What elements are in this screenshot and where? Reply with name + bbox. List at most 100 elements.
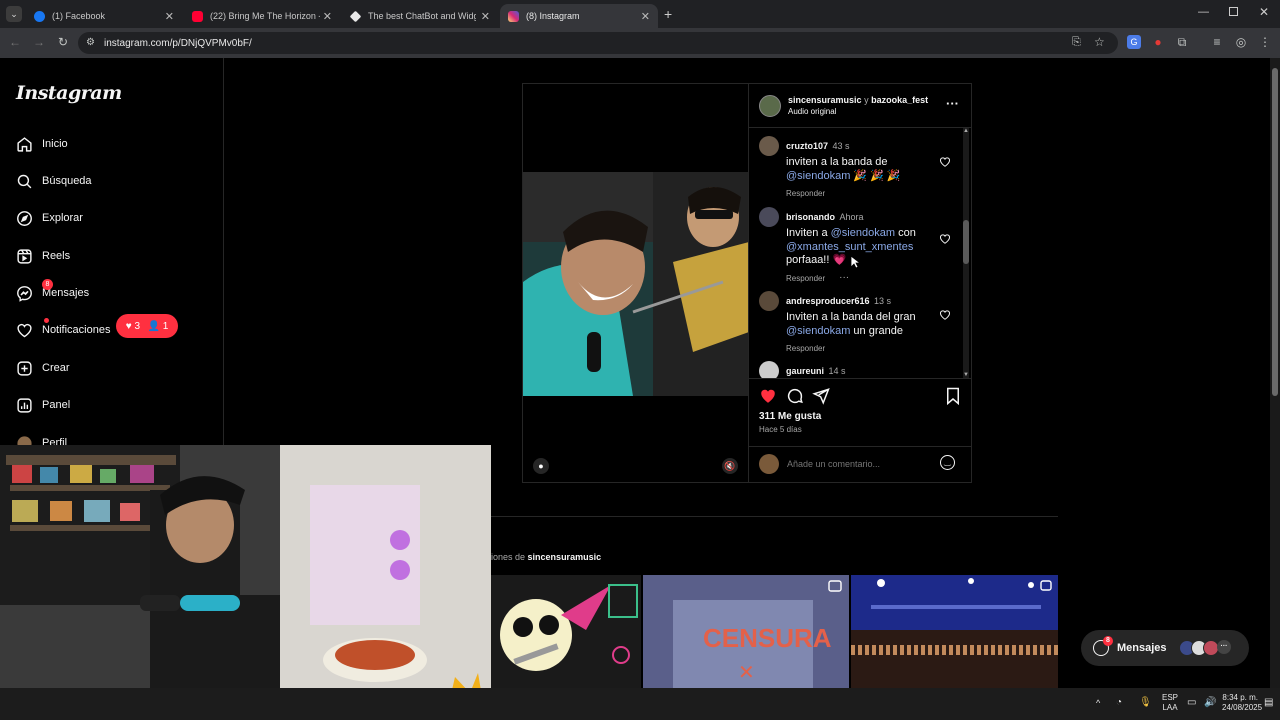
diamond-favicon-icon <box>349 10 362 22</box>
record-extension-icon[interactable]: ● <box>1151 35 1165 49</box>
comment-username[interactable]: gaureuni <box>786 366 824 376</box>
nav-reels[interactable]: Reels <box>16 244 70 268</box>
close-icon[interactable]: ✕ <box>481 10 490 23</box>
close-icon[interactable]: ✕ <box>323 10 332 23</box>
comment-username[interactable]: brisonando <box>786 212 835 222</box>
install-app-icon[interactable]: ⎘ <box>1072 36 1081 49</box>
share-paper-plane-icon[interactable] <box>812 387 830 405</box>
tab-youtube[interactable]: (22) Bring Me The Horizon - Dr ✕ <box>184 4 340 28</box>
messages-floating-button[interactable]: 8 Mensajes ··· <box>1081 630 1249 666</box>
wifi-tray-icon[interactable]: ◔ <box>1116 697 1122 708</box>
language-indicator[interactable]: ESP LAA <box>1162 693 1178 713</box>
comment-time: 43 s <box>832 141 850 151</box>
comment-like-heart-icon[interactable] <box>939 156 951 168</box>
reload-icon[interactable]: ↻ <box>56 35 70 49</box>
comment-username[interactable]: cruzto107 <box>786 141 828 151</box>
media-control-icon[interactable]: ≡ <box>1210 35 1224 49</box>
close-icon[interactable]: ✕ <box>641 10 650 23</box>
notifications-tray-icon[interactable]: ▤ <box>1264 697 1273 708</box>
close-icon[interactable]: ✕ <box>165 10 174 23</box>
notification-summary-pill[interactable]: ♥ 3 👤 1 <box>116 314 178 338</box>
tab-instagram[interactable]: (8) Instagram ✕ <box>500 4 658 28</box>
forward-icon[interactable]: → <box>32 35 46 49</box>
comment-like-heart-icon[interactable] <box>939 309 951 321</box>
menu-icon[interactable]: ⋮ <box>1258 35 1272 49</box>
scroll-up-arrow[interactable]: ▲ <box>963 128 969 134</box>
nav-notificaciones[interactable]: Notificaciones <box>16 318 110 342</box>
reply-button[interactable]: Responder <box>786 344 936 353</box>
nav-label: Crear <box>42 362 70 374</box>
grid-post-thumbnail[interactable] <box>851 575 1058 688</box>
close-window-icon[interactable]: ✕ <box>1259 5 1269 19</box>
comment-avatar[interactable] <box>759 291 779 311</box>
mic-tray-icon[interactable]: 🎙 <box>1139 697 1152 708</box>
site-info-icon[interactable]: ⚙ <box>86 37 95 48</box>
comment-more-icon[interactable]: ··· <box>839 272 849 283</box>
comment-like-heart-icon[interactable] <box>939 233 951 245</box>
tab-chatbot[interactable]: The best ChatBot and Widgets ✕ <box>342 4 498 28</box>
minimize-icon[interactable]: — <box>1198 6 1209 18</box>
nav-panel[interactable]: Panel <box>16 393 70 417</box>
likes-count: ♥ 3 <box>125 320 140 332</box>
back-icon[interactable]: ← <box>8 35 22 49</box>
reply-button[interactable]: Responder <box>786 189 936 198</box>
network-tray-icon[interactable]: ▭ <box>1187 697 1196 708</box>
tab-title: (1) Facebook <box>52 11 106 21</box>
account-icon[interactable]: ◎ <box>1234 35 1248 49</box>
volume-tray-icon[interactable]: 🔊 <box>1204 697 1216 708</box>
translate-extension-icon[interactable]: G <box>1127 35 1141 49</box>
comment-username[interactable]: andresproducer616 <box>786 296 870 306</box>
tab-facebook[interactable]: (1) Facebook ✕ <box>26 4 182 28</box>
nav-busqueda[interactable]: Búsqueda <box>16 169 92 193</box>
mute-icon[interactable]: 🔇 <box>722 458 738 474</box>
page-scroll-thumb[interactable] <box>1272 68 1278 396</box>
comment-avatar[interactable] <box>759 136 779 156</box>
like-heart-icon[interactable] <box>759 387 777 405</box>
post-video[interactable] <box>523 172 749 396</box>
nav-inicio[interactable]: Inicio <box>16 132 68 156</box>
new-tab-icon[interactable]: + <box>664 6 672 22</box>
comment-avatar[interactable] <box>759 207 779 227</box>
reply-button[interactable]: Responder <box>786 274 825 283</box>
extensions-icon[interactable]: ⧉ <box>1175 35 1189 49</box>
bookmark-star-icon[interactable]: ☆ <box>1094 35 1105 49</box>
nav-crear[interactable]: Crear <box>16 356 70 380</box>
plus-square-icon <box>17 360 32 376</box>
webcam-overlay <box>0 445 491 720</box>
grid-post-thumbnail[interactable]: CENSURA ✕ <box>643 575 849 688</box>
nav-explorar[interactable]: Explorar <box>16 206 83 230</box>
heart-icon <box>17 323 32 337</box>
mention-link[interactable]: @siendokam <box>786 325 850 337</box>
post-media-area[interactable]: ● 🔇 <box>522 83 749 483</box>
mention-link[interactable]: @siendokam <box>786 170 850 182</box>
nav-mensajes[interactable]: 8 Mensajes <box>16 279 89 305</box>
instagram-logo[interactable]: Instagram <box>16 82 122 104</box>
tab-title: The best ChatBot and Widgets <box>368 11 476 21</box>
likes-count[interactable]: 311 Me gusta <box>759 411 821 422</box>
nav-label: Reels <box>42 250 71 262</box>
tray-chevron-icon[interactable]: ^ <box>1096 698 1100 708</box>
comment-input[interactable] <box>787 456 927 472</box>
scroll-thumb[interactable] <box>963 220 969 264</box>
clock[interactable]: 8:34 p. m. 24/08/2025 <box>1222 693 1262 713</box>
mention-link[interactable]: @xmantes_sunt_xmentes <box>786 241 913 253</box>
notification-dot <box>44 318 49 323</box>
comment-bubble-icon[interactable] <box>786 387 804 405</box>
address-bar[interactable]: ⚙ instagram.com/p/DNjQVPMv0bF/ ⎘ ☆ <box>78 32 1118 54</box>
comment-avatar[interactable] <box>759 361 779 378</box>
home-icon <box>17 136 32 152</box>
emoji-icon[interactable]: ‿ <box>940 455 955 470</box>
restore-icon[interactable] <box>1229 7 1238 16</box>
comment-time: 14 s <box>828 366 846 376</box>
compass-icon <box>17 210 32 226</box>
grid-post-thumbnail[interactable] <box>491 575 641 688</box>
page-scrollbar[interactable] <box>1270 58 1280 688</box>
recent-avatars: ··· <box>1179 640 1231 656</box>
save-bookmark-icon[interactable] <box>945 387 961 405</box>
tag-user-icon[interactable]: ● <box>533 458 549 474</box>
tab-search-button[interactable]: ⌄ <box>6 6 22 22</box>
more-from-username[interactable]: sincensuramusic <box>528 552 602 562</box>
more-from-label: iones de sincensuramusic <box>491 552 602 562</box>
comments-scrollbar[interactable]: ▲ ▼ <box>963 128 969 378</box>
mention-link[interactable]: @siendokam <box>831 227 895 239</box>
